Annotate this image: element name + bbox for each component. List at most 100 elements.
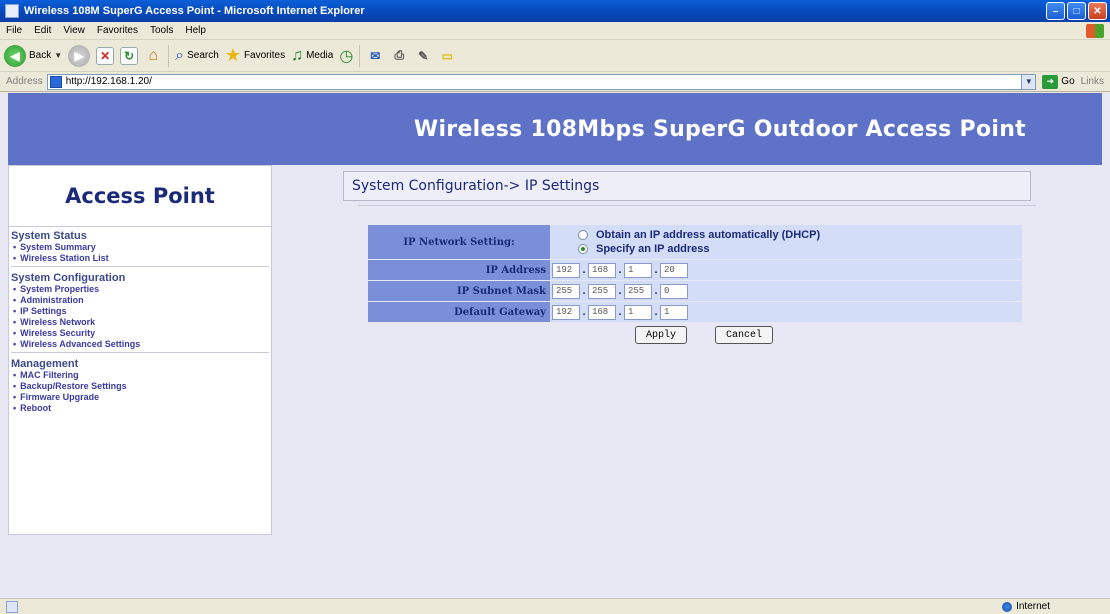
print-icon[interactable]: ⎙ bbox=[390, 47, 408, 65]
windows-logo-icon bbox=[1086, 23, 1104, 38]
default-gateway-row: Default Gateway 192. 168. 1. 1 bbox=[368, 302, 1022, 322]
ip-address-label: IP Address bbox=[368, 260, 550, 280]
close-icon[interactable]: ✕ bbox=[1088, 2, 1107, 20]
ip-network-setting-label: IP Network Setting: bbox=[368, 225, 550, 259]
static-radio[interactable] bbox=[578, 244, 588, 254]
ip-settings-form: IP Network Setting: Obtain an IP address… bbox=[368, 225, 1022, 344]
status-bar: Internet bbox=[0, 598, 1110, 614]
dhcp-label: Obtain an IP address automatically (DHCP… bbox=[596, 229, 821, 241]
gateway-octet-4[interactable]: 1 bbox=[660, 304, 688, 320]
sidebar-item-backup-restore[interactable]: • Backup/Restore Settings bbox=[11, 381, 269, 392]
ip-octet-2[interactable]: 168 bbox=[588, 262, 616, 278]
gateway-octet-3[interactable]: 1 bbox=[624, 304, 652, 320]
links-button[interactable]: Links bbox=[1081, 76, 1104, 87]
ip-network-setting-row: IP Network Setting: Obtain an IP address… bbox=[368, 225, 1022, 259]
edit-icon[interactable]: ✎ bbox=[414, 47, 432, 65]
window-title-bar: Wireless 108M SuperG Access Point - Micr… bbox=[0, 0, 1110, 22]
go-arrow-icon: ➜ bbox=[1042, 74, 1059, 89]
menu-bar: File Edit View Favorites Tools Help bbox=[0, 22, 1110, 40]
back-label: Back bbox=[29, 50, 52, 61]
page-status-icon bbox=[6, 600, 18, 613]
menu-edit[interactable]: Edit bbox=[28, 25, 57, 36]
default-gateway-label: Default Gateway bbox=[368, 302, 550, 322]
sidebar-item-wireless-advanced-settings[interactable]: • Wireless Advanced Settings bbox=[11, 339, 269, 350]
favorites-button[interactable]: ★ Favorites bbox=[225, 45, 285, 66]
menu-view[interactable]: View bbox=[57, 25, 91, 36]
minimize-icon[interactable]: – bbox=[1046, 2, 1065, 20]
subnet-octet-1[interactable]: 255 bbox=[552, 283, 580, 299]
ip-octet-1[interactable]: 192 bbox=[552, 262, 580, 278]
window-title: Wireless 108M SuperG Access Point - Micr… bbox=[24, 5, 365, 17]
address-url: http://192.168.1.20/ bbox=[65, 76, 152, 87]
go-label: Go bbox=[1061, 76, 1075, 87]
stop-icon[interactable]: ✕ bbox=[96, 46, 115, 65]
sidebar-item-ip-settings[interactable]: • IP Settings bbox=[11, 306, 269, 317]
content-divider bbox=[358, 205, 1036, 206]
page-banner: Wireless 108Mbps SuperG Outdoor Access P… bbox=[8, 93, 1102, 165]
gateway-octet-1[interactable]: 192 bbox=[552, 304, 580, 320]
nav-heading: Management bbox=[11, 358, 79, 370]
menu-help[interactable]: Help bbox=[179, 25, 212, 36]
history-icon[interactable]: ◷ bbox=[339, 46, 353, 66]
sidebar-item-wireless-station-list[interactable]: • Wireless Station List bbox=[11, 253, 269, 264]
dhcp-radio[interactable] bbox=[578, 230, 588, 240]
subnet-octet-2[interactable]: 255 bbox=[588, 283, 616, 299]
cancel-button[interactable]: Cancel bbox=[715, 326, 774, 344]
sidebar-item-system-summary[interactable]: • System Summary bbox=[11, 242, 269, 253]
back-arrow-icon: ◀ bbox=[4, 44, 26, 67]
search-button[interactable]: ⌕ Search bbox=[175, 47, 219, 65]
apply-button[interactable]: Apply bbox=[634, 326, 687, 344]
sidebar-item-wireless-network[interactable]: • Wireless Network bbox=[11, 317, 269, 328]
address-input[interactable]: http://192.168.1.20/ ▼ bbox=[46, 73, 1037, 90]
search-icon: ⌕ bbox=[175, 46, 185, 64]
ie-icon bbox=[5, 4, 19, 18]
sidebar-item-firmware-upgrade[interactable]: • Firmware Upgrade bbox=[11, 392, 269, 403]
form-buttons: Apply Cancel bbox=[368, 326, 1022, 344]
window-controls: – □ ✕ bbox=[1046, 2, 1107, 20]
page-content: Wireless 108Mbps SuperG Outdoor Access P… bbox=[0, 93, 1110, 598]
breadcrumb-box: System Configuration-> IP Settings bbox=[343, 171, 1031, 201]
folder-icon[interactable]: ▭ bbox=[438, 47, 456, 65]
ip-octet-3[interactable]: 1 bbox=[624, 262, 652, 278]
nav-divider bbox=[11, 266, 269, 267]
sidebar-item-reboot[interactable]: • Reboot bbox=[11, 403, 269, 414]
sidebar-title: Access Point bbox=[65, 184, 215, 208]
zone-label: Internet bbox=[1016, 601, 1050, 612]
ip-mode-radio-group: Obtain an IP address automatically (DHCP… bbox=[552, 229, 820, 255]
menu-file[interactable]: File bbox=[0, 25, 28, 36]
mail-icon[interactable]: ✉ bbox=[366, 47, 384, 65]
go-button[interactable]: ➜ Go bbox=[1042, 74, 1075, 89]
sidebar-divider bbox=[9, 226, 271, 227]
sidebar-item-mac-filtering[interactable]: • MAC Filtering bbox=[11, 370, 269, 381]
back-dropdown-icon[interactable]: ▼ bbox=[54, 51, 62, 60]
forward-button[interactable]: ▶ bbox=[68, 44, 91, 67]
nav-heading: System Status bbox=[11, 230, 87, 242]
toolbar-separator bbox=[168, 44, 170, 67]
page-icon bbox=[49, 75, 62, 88]
address-dropdown-icon[interactable]: ▼ bbox=[1021, 74, 1036, 89]
ip-address-row: IP Address 192. 168. 1. 20 bbox=[368, 260, 1022, 280]
nav-divider bbox=[11, 352, 269, 353]
dhcp-option[interactable]: Obtain an IP address automatically (DHCP… bbox=[578, 229, 820, 241]
media-button[interactable]: ♫ Media bbox=[291, 47, 333, 65]
static-option[interactable]: Specify an IP address bbox=[578, 243, 820, 255]
sidebar-item-wireless-security[interactable]: • Wireless Security bbox=[11, 328, 269, 339]
subnet-octet-3[interactable]: 255 bbox=[624, 283, 652, 299]
back-button[interactable]: ◀ Back ▼ bbox=[4, 44, 62, 67]
breadcrumb: System Configuration-> IP Settings bbox=[352, 178, 600, 194]
star-icon: ★ bbox=[224, 45, 241, 65]
refresh-icon[interactable]: ↻ bbox=[120, 46, 139, 65]
sidebar-item-administration[interactable]: • Administration bbox=[11, 295, 269, 306]
menu-tools[interactable]: Tools bbox=[144, 25, 179, 36]
gateway-octet-2[interactable]: 168 bbox=[588, 304, 616, 320]
home-icon[interactable]: ⌂ bbox=[144, 47, 162, 65]
sidebar-item-system-properties[interactable]: • System Properties bbox=[11, 284, 269, 295]
subnet-mask-row: IP Subnet Mask 255. 255. 255. 0 bbox=[368, 281, 1022, 301]
subnet-octet-4[interactable]: 0 bbox=[660, 283, 688, 299]
ip-octet-4[interactable]: 20 bbox=[660, 262, 688, 278]
maximize-icon[interactable]: □ bbox=[1067, 2, 1086, 20]
media-label: Media bbox=[306, 50, 334, 61]
menu-favorites[interactable]: Favorites bbox=[91, 25, 144, 36]
nav-section-management: Management • MAC Filtering • Backup/Restor… bbox=[11, 358, 269, 414]
globe-icon bbox=[1002, 601, 1013, 612]
